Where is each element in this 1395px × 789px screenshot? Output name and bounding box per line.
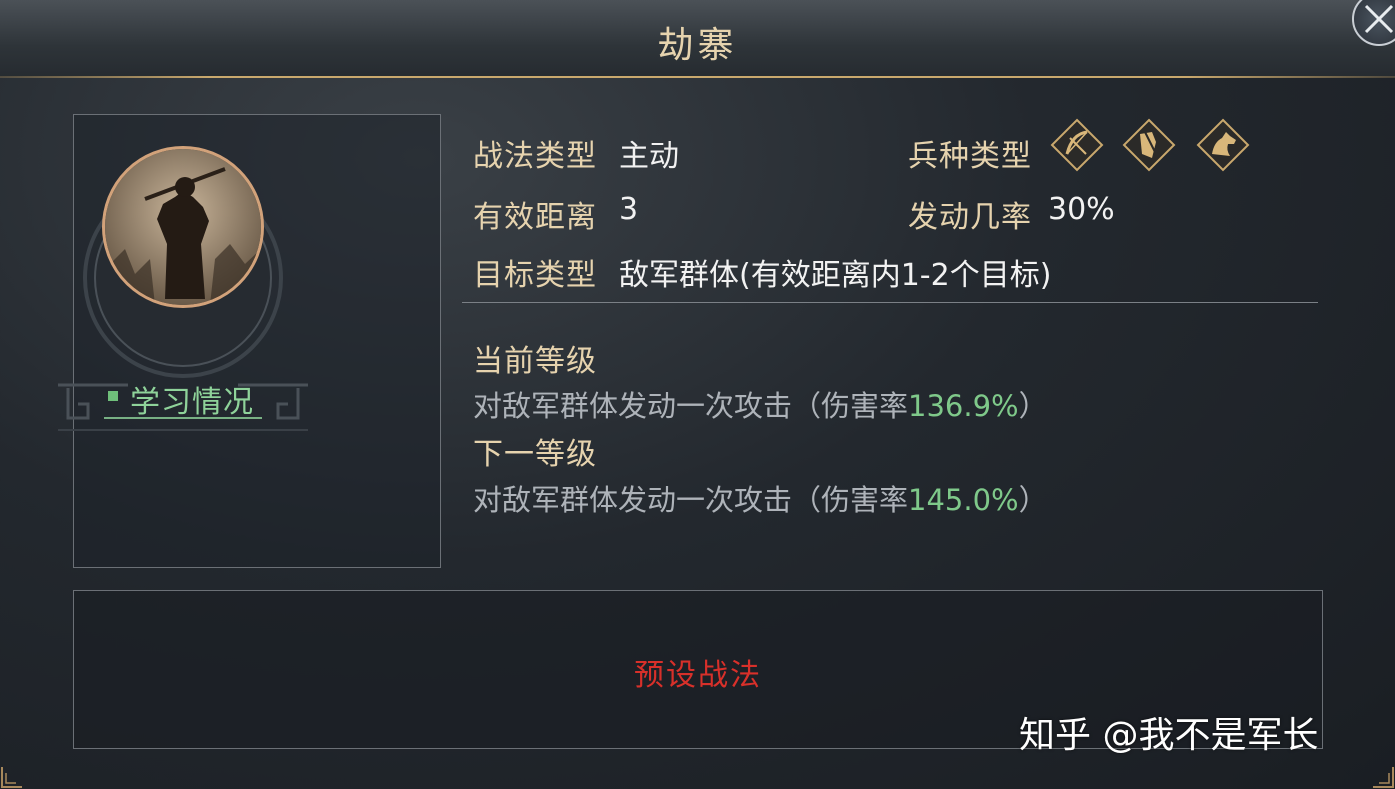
target-type-value: 敌军群体(有效距离内1-2个目标) <box>619 258 1052 293</box>
shield-icon <box>1122 118 1176 172</box>
trigger-chance-label: 发动几率 <box>908 200 1032 235</box>
study-status-link[interactable]: 学习情况 <box>104 377 262 420</box>
current-damage-rate: 136.9% <box>908 389 1019 423</box>
status-square-icon <box>108 391 118 401</box>
watermark: 知乎 @我不是军长 <box>1019 715 1319 756</box>
warrior-silhouette-icon <box>105 149 261 305</box>
horse-icon <box>1196 118 1250 172</box>
target-type-label: 目标类型 <box>473 258 597 293</box>
study-underline <box>104 417 262 419</box>
range-value: 3 <box>619 192 639 227</box>
troop-type-label: 兵种类型 <box>908 139 1032 174</box>
next-damage-rate: 145.0% <box>908 483 1019 517</box>
bow-icon <box>1050 118 1104 172</box>
skill-type-value: 主动 <box>619 139 679 174</box>
page-title: 劫寨 <box>657 25 738 66</box>
title-bar: 劫寨 <box>0 0 1395 77</box>
current-level-description: 对敌军群体发动一次攻击（伤害率136.9%） <box>473 389 1048 423</box>
trigger-chance-value: 30% <box>1048 192 1115 227</box>
skill-portrait <box>102 146 264 308</box>
corner-ornament-icon <box>1373 767 1394 788</box>
corner-ornament-icon <box>1 767 22 788</box>
study-status-label: 学习情况 <box>130 385 254 420</box>
range-label: 有效距离 <box>473 200 597 235</box>
section-divider <box>462 302 1318 303</box>
preset-skill-label[interactable]: 预设战法 <box>634 650 762 694</box>
skill-type-label: 战法类型 <box>473 139 597 174</box>
current-level-label: 当前等级 <box>473 344 597 379</box>
title-divider <box>0 76 1395 78</box>
close-icon <box>1364 4 1394 34</box>
next-level-description: 对敌军群体发动一次攻击（伤害率145.0%） <box>473 483 1048 517</box>
next-level-label: 下一等级 <box>473 437 597 472</box>
